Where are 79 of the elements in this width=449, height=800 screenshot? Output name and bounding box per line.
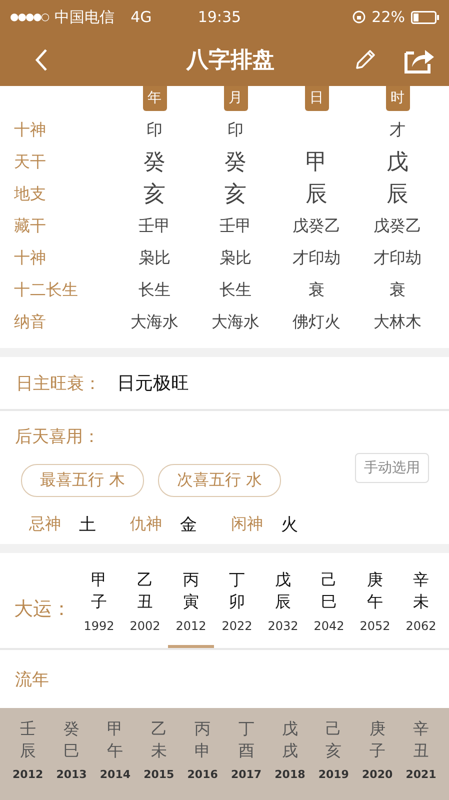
liunian-item[interactable]: 癸 巳 2013 [56,718,87,800]
table-cell: 大海水 [130,312,178,332]
row-label: 十神 [14,248,47,268]
liunian-item[interactable]: 乙 未 2015 [144,718,174,800]
liunian-item[interactable]: 戊 戌 2018 [274,718,306,800]
table-cell: 大海水 [212,312,260,332]
pillar-tag: 时 [386,86,410,111]
god-value: 火 [281,514,298,536]
dayun-label: 大运： [14,596,72,622]
table-cell: 才印劫 [292,248,340,268]
god-label: 闲神 [231,514,263,535]
network-type: 4G [130,8,152,26]
pillar-tag: 月 [224,86,248,111]
god-label: 忌神 [29,514,61,535]
table-cell: 戊癸乙 [292,216,340,236]
table-cell: 长生 [220,280,252,300]
liunian-label: 流年 [15,668,49,690]
liunian-item[interactable]: 己 亥 2019 [318,718,349,800]
liunian-item[interactable]: 丙 申 2016 [187,718,218,800]
table-cell-text: 辰 [306,181,328,209]
table-cell: 衰 [308,280,324,300]
dayun-tab[interactable]: 庚 午 2052 [352,569,398,648]
god-value: 金 [180,514,197,536]
table-cell-text: 戊 [386,149,408,177]
table-cell-text: 亥 [224,181,246,209]
battery-percent: 22% [372,8,405,26]
table-cell: 枭比 [138,248,170,268]
liunian-item[interactable]: 丁 酉 2017 [230,718,262,800]
table-cell: 壬甲 [220,216,252,236]
pencil-icon[interactable] [353,48,377,72]
pillar-tag: 日 [304,86,328,111]
liunian-item[interactable]: 壬 辰 2012 [12,718,44,800]
rotation-lock-icon [352,10,366,24]
table-cell: 大林木 [374,312,422,332]
god-value: 土 [79,514,96,536]
table-cell: 枭比 [220,248,252,268]
carrier-name: 中国电信 [54,8,115,26]
table-cell: 印 [228,120,244,140]
row-label: 天干 [14,152,47,172]
pillar-tag: 年 [142,86,166,111]
row-label: 纳音 [14,312,47,332]
favorable-label: 后天喜用： [15,426,101,448]
table-cell: 佛灯火 [292,312,340,332]
manual-select-button[interactable]: 手动选用 [355,453,429,483]
table-cell: 印 [146,120,162,140]
liunian-item[interactable]: 甲 午 2014 [100,718,131,800]
dayun-tab[interactable]: 丁 卯 2022 [214,569,260,648]
table-cell: 才 [390,120,406,140]
strength-value: 日元极旺 [117,372,189,395]
table-cell-text: 癸 [224,149,246,177]
table-cell: 壬甲 [138,216,170,236]
row-label: 地支 [14,184,47,204]
table-cell: 戊癸乙 [374,216,422,236]
element-chip: 最喜五行 木 [21,464,144,497]
table-cell: 长生 [138,280,170,300]
back-icon[interactable] [34,48,48,72]
element-chip: 次喜五行 水 [158,464,282,497]
table-cell: 才印劫 [374,248,422,268]
dayun-tab[interactable]: 己 巳 2042 [306,569,352,648]
dayun-tab[interactable]: 戊 辰 2032 [260,569,306,648]
table-cell-text: 亥 [144,181,166,209]
god-label: 仇神 [130,514,162,535]
strength-label: 日主旺衰： [16,372,101,394]
table-cell: 衰 [390,280,406,300]
dayun-tab[interactable]: 乙 丑 2002 [122,569,168,648]
liunian-item[interactable]: 庚 子 2020 [362,718,393,800]
table-cell-text: 辰 [386,181,408,209]
liunian-item[interactable]: 辛 丑 2021 [406,718,436,800]
clock-time: 19:35 [198,8,242,26]
table-cell-text: 癸 [144,149,166,177]
dayun-tab[interactable]: 辛 未 2062 [398,569,444,648]
page-title: 八字排盘 [185,46,276,75]
battery-icon [411,10,439,24]
row-label: 十二长生 [14,280,79,300]
dayun-tab[interactable]: 甲 子 1992 [76,569,122,648]
signal-indicator: ●●●●○ [10,12,49,22]
row-label: 十神 [14,120,47,140]
row-label: 藏干 [14,216,47,236]
table-cell-text: 甲 [306,149,328,177]
